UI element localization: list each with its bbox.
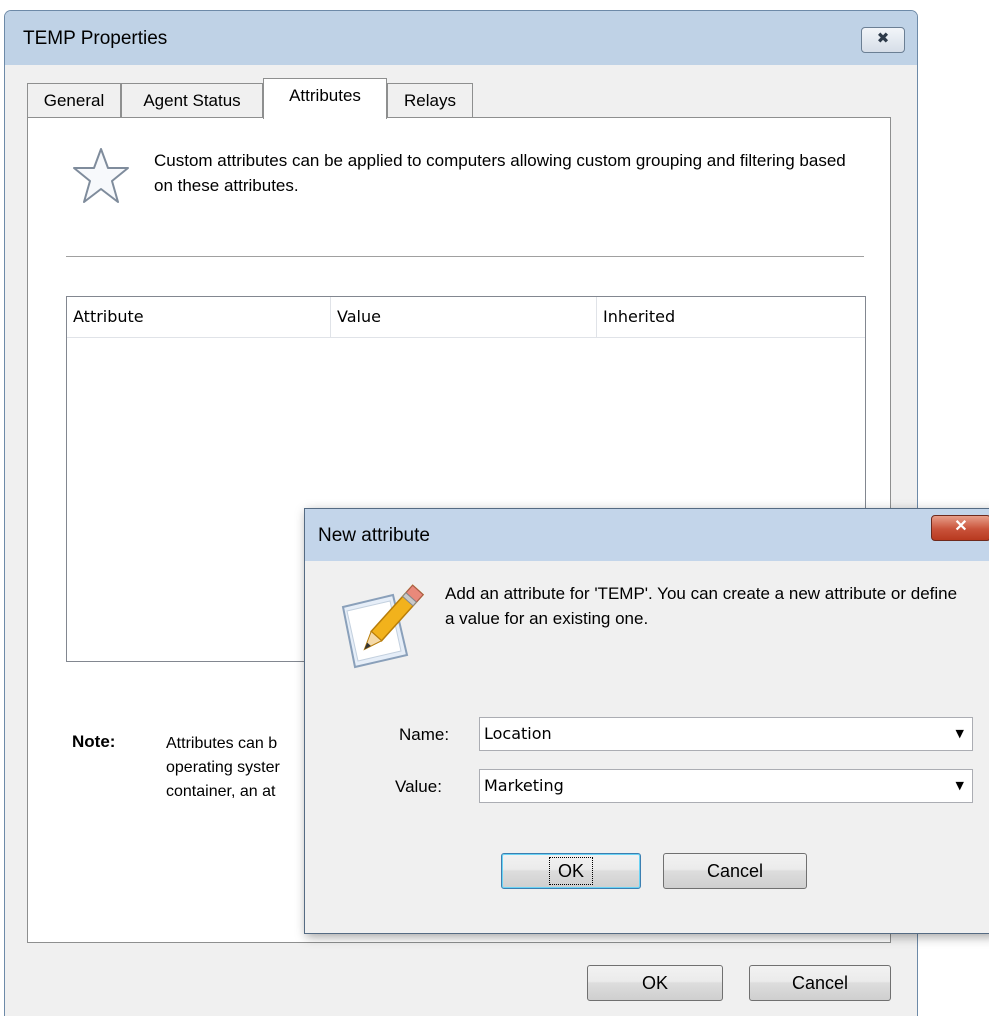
close-button[interactable]: ✖ <box>861 27 905 53</box>
value-value: Marketing <box>484 776 564 795</box>
tab-agent-status[interactable]: Agent Status <box>121 83 263 118</box>
name-label: Name: <box>399 725 450 744</box>
cancel-button[interactable]: Cancel <box>749 965 891 1001</box>
dialog-title: New attribute <box>318 525 430 546</box>
new-attribute-dialog: New attribute ✕ Add an attribute for 'TE… <box>304 508 989 934</box>
close-icon: ✕ <box>954 518 968 535</box>
intro-text: Custom attributes can be applied to comp… <box>154 151 846 195</box>
table-header: Attribute Value Inherited <box>67 297 865 338</box>
value-combobox[interactable]: Marketing ▼ <box>479 769 973 803</box>
close-icon: ✖ <box>876 30 890 47</box>
name-value: Location <box>484 724 552 743</box>
pencil-notepad-icon <box>341 584 425 669</box>
dialog-close-button[interactable]: ✕ <box>931 515 989 541</box>
column-header-attribute[interactable]: Attribute <box>67 297 331 337</box>
divider <box>66 256 864 257</box>
window-title: TEMP Properties <box>23 28 168 49</box>
dialog-ok-button[interactable]: OK <box>501 853 641 889</box>
note-label: Note: <box>72 732 116 751</box>
tab-general[interactable]: General <box>27 83 121 118</box>
dialog-description: Add an attribute for 'TEMP'. You can cre… <box>445 584 958 628</box>
value-label: Value: <box>395 777 442 796</box>
tab-relays[interactable]: Relays <box>387 83 473 118</box>
dialog-title-bar: New attribute ✕ <box>305 509 989 561</box>
title-bar: TEMP Properties ✖ <box>5 11 917 65</box>
chevron-down-icon[interactable]: ▼ <box>956 718 964 750</box>
chevron-down-icon[interactable]: ▼ <box>956 770 964 802</box>
name-combobox[interactable]: Location ▼ <box>479 717 973 751</box>
dialog-cancel-button[interactable]: Cancel <box>663 853 807 889</box>
ok-button[interactable]: OK <box>587 965 723 1001</box>
tab-attributes[interactable]: Attributes <box>263 78 387 119</box>
column-header-inherited[interactable]: Inherited <box>597 297 865 337</box>
column-header-value[interactable]: Value <box>331 297 597 337</box>
star-icon <box>73 148 129 203</box>
